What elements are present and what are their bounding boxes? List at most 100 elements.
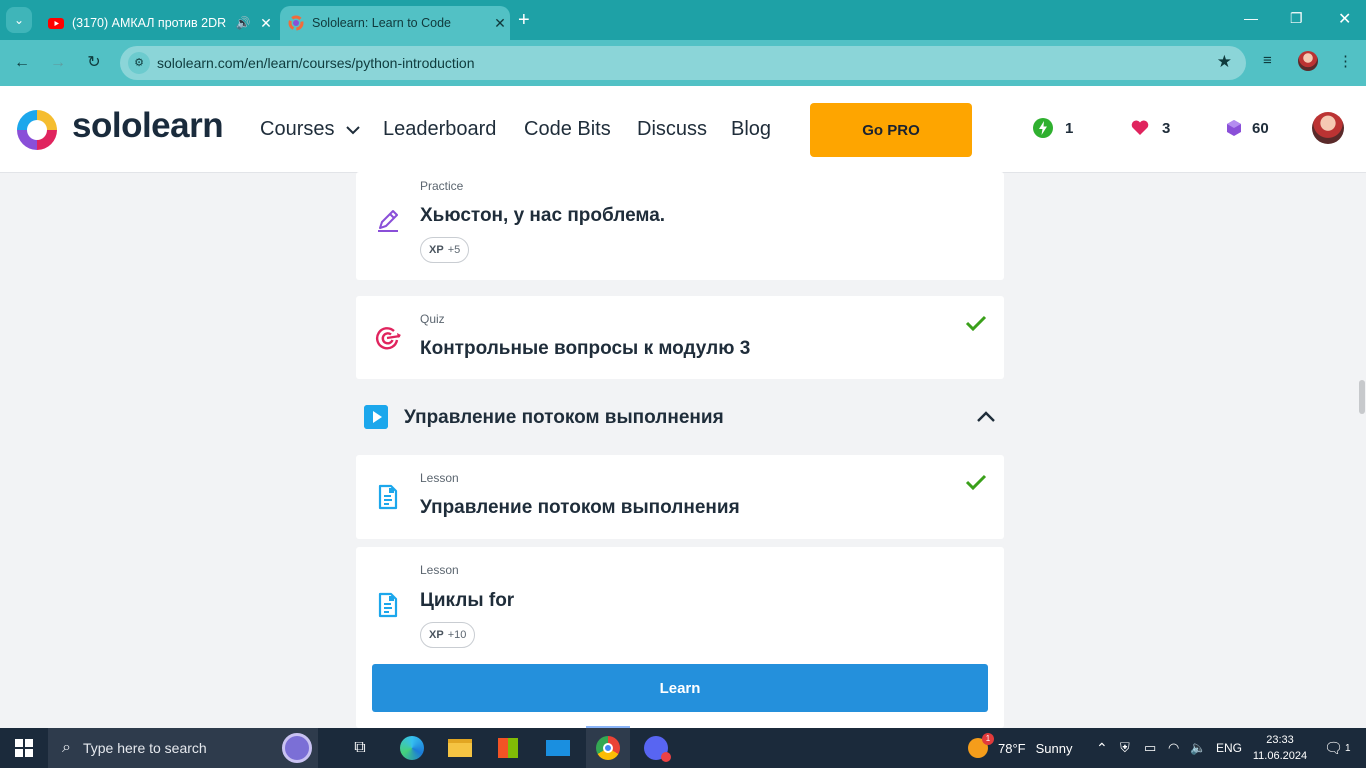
hearts-count: 3 [1162, 119, 1171, 137]
xp-badge: XP +10 [420, 622, 476, 648]
mail-icon[interactable] [536, 728, 580, 768]
close-tab-icon[interactable]: ✕ [490, 15, 510, 32]
bookmark-star-icon[interactable]: ★ [1217, 52, 1232, 72]
active-app-indicator [586, 726, 630, 728]
checkmark-icon [965, 315, 987, 332]
tab-sololearn[interactable]: Sololearn: Learn to Code ✕ [280, 6, 510, 40]
file-explorer-icon[interactable] [438, 728, 482, 768]
nav-discuss[interactable]: Discuss [637, 118, 707, 141]
streak-stat[interactable]: 1 [1033, 118, 1073, 138]
address-bar[interactable]: ⚙ sololearn.com/en/learn/courses/python-… [120, 46, 1246, 80]
close-tab-icon[interactable]: ✕ [256, 15, 276, 32]
gem-cube-icon [1227, 120, 1241, 136]
url-text[interactable]: sololearn.com/en/learn/courses/python-in… [157, 55, 475, 71]
item-title: Хьюстон, у нас проблема. [420, 205, 666, 226]
nav-code-bits[interactable]: Code Bits [524, 118, 611, 141]
item-title: Циклы for [420, 590, 515, 611]
item-kind: Lesson [420, 471, 459, 485]
nav-courses[interactable]: Courses [260, 118, 361, 141]
chrome-icon[interactable] [586, 728, 630, 768]
task-view-icon[interactable]: ⧉ [340, 728, 380, 768]
taskbar-search-input[interactable]: ⌕ Type here to search [48, 728, 318, 768]
back-arrow-icon[interactable]: ← [12, 53, 32, 73]
window-close-icon[interactable]: ✕ [1338, 9, 1351, 29]
item-title: Управление потоком выполнения [420, 497, 740, 518]
item-kind: Quiz [420, 312, 445, 326]
site-header: sololearn Courses Leaderboard Code Bits … [0, 86, 1366, 173]
logo-text[interactable]: sololearn [72, 106, 224, 146]
practice-card[interactable]: Practice Хьюстон, у нас проблема. XP +5 [356, 172, 1004, 280]
nav-leaderboard[interactable]: Leaderboard [383, 118, 496, 141]
weather-widget[interactable]: 1 78°F Sunny [968, 728, 1072, 768]
tab-youtube[interactable]: (3170) АМКАЛ против 2DR 🔊 ✕ [40, 6, 276, 40]
scrollbar-thumb[interactable] [1359, 380, 1365, 414]
chevron-down-icon: ⌄ [13, 13, 25, 27]
sololearn-favicon [288, 15, 304, 31]
restore-icon[interactable]: ❐ [1290, 10, 1303, 27]
play-icon [364, 405, 388, 429]
lightning-icon [1033, 118, 1053, 138]
quiz-card[interactable]: Quiz Контрольные вопросы к модулю 3 [356, 296, 1004, 379]
speaker-icon[interactable]: 🔊 [234, 16, 252, 30]
store-logo-icon [498, 738, 518, 758]
xp-badge: XP +5 [420, 237, 470, 263]
search-icon: ⌕ [62, 739, 71, 756]
module-title: Управление потоком выполнения [404, 407, 724, 428]
weather-badge: 1 [982, 733, 994, 745]
sun-icon: 1 [968, 733, 994, 758]
checkmark-icon [965, 474, 987, 491]
xp-value: +5 [447, 244, 461, 256]
gems-stat[interactable]: 60 [1224, 118, 1269, 138]
tab-title: (3170) АМКАЛ против 2DR [72, 16, 227, 30]
target-quiz-icon [375, 327, 401, 350]
minimize-icon[interactable]: — [1244, 10, 1258, 26]
language-indicator[interactable]: ENG [1216, 728, 1242, 768]
taskbar-clock[interactable]: 23:33 11.06.2024 [1252, 732, 1308, 764]
learn-button[interactable]: Learn [372, 664, 988, 712]
notification-count: 1 [1345, 742, 1351, 754]
item-kind: Lesson [420, 563, 459, 577]
battery-icon[interactable]: ▭ [1144, 728, 1156, 768]
clock-date: 11.06.2024 [1252, 750, 1308, 762]
module-header[interactable]: Управление потоком выполнения [356, 395, 1004, 439]
chevron-up-icon[interactable] [974, 405, 998, 429]
folder-icon [448, 739, 472, 757]
tab-search-button[interactable]: ⌄ [6, 7, 32, 33]
lesson-card[interactable]: Lesson Управление потоком выполнения [356, 455, 1004, 539]
sololearn-logo-icon[interactable] [15, 108, 59, 152]
volume-icon[interactable]: 🔈 [1190, 728, 1206, 768]
tray-chevron-up-icon[interactable]: ⌃ [1096, 728, 1108, 768]
reload-icon[interactable]: ↻ [84, 53, 104, 73]
search-placeholder: Type here to search [82, 740, 207, 756]
new-tab-icon[interactable]: + [518, 10, 530, 30]
heart-icon [1131, 120, 1149, 135]
cortana-clock-icon[interactable] [282, 733, 312, 763]
gems-count: 60 [1252, 119, 1269, 137]
weather-temp: 78°F [998, 740, 1026, 756]
edge-logo-icon [400, 736, 424, 760]
forward-arrow-icon[interactable]: → [48, 53, 68, 73]
xp-value: +10 [447, 629, 467, 641]
nav-blog[interactable]: Blog [731, 118, 771, 141]
document-lesson-icon [378, 484, 398, 510]
site-settings-icon[interactable]: ⚙ [128, 52, 150, 74]
browser-tab-strip: ⌄ (3170) АМКАЛ против 2DR 🔊 ✕ Sololearn:… [0, 0, 1366, 40]
wifi-icon[interactable]: ◠ [1168, 728, 1179, 768]
notification-center-icon[interactable]: 🗨 1 [1324, 728, 1351, 768]
edge-icon[interactable] [390, 728, 434, 768]
windows-logo-icon [15, 739, 33, 757]
hearts-stat[interactable]: 3 [1130, 118, 1170, 138]
envelope-icon [546, 740, 570, 756]
windows-start-icon[interactable] [0, 728, 48, 768]
weather-condition: Sunny [1035, 740, 1073, 756]
discord-logo-icon [644, 736, 671, 762]
kebab-menu-icon[interactable]: ⋮ [1338, 52, 1353, 70]
user-avatar[interactable] [1312, 112, 1344, 144]
media-control-icon[interactable]: ≡ [1263, 52, 1272, 69]
windows-taskbar: ⌕ Type here to search ⧉ 1 78°F Sunny ⌃ ⛨… [0, 728, 1366, 768]
profile-avatar[interactable] [1298, 51, 1318, 71]
discord-icon[interactable] [634, 728, 678, 768]
tray-app-icon[interactable]: ⛨ [1120, 728, 1130, 768]
microsoft-store-icon[interactable] [486, 728, 530, 768]
go-pro-button[interactable]: Go PRO [810, 103, 972, 157]
